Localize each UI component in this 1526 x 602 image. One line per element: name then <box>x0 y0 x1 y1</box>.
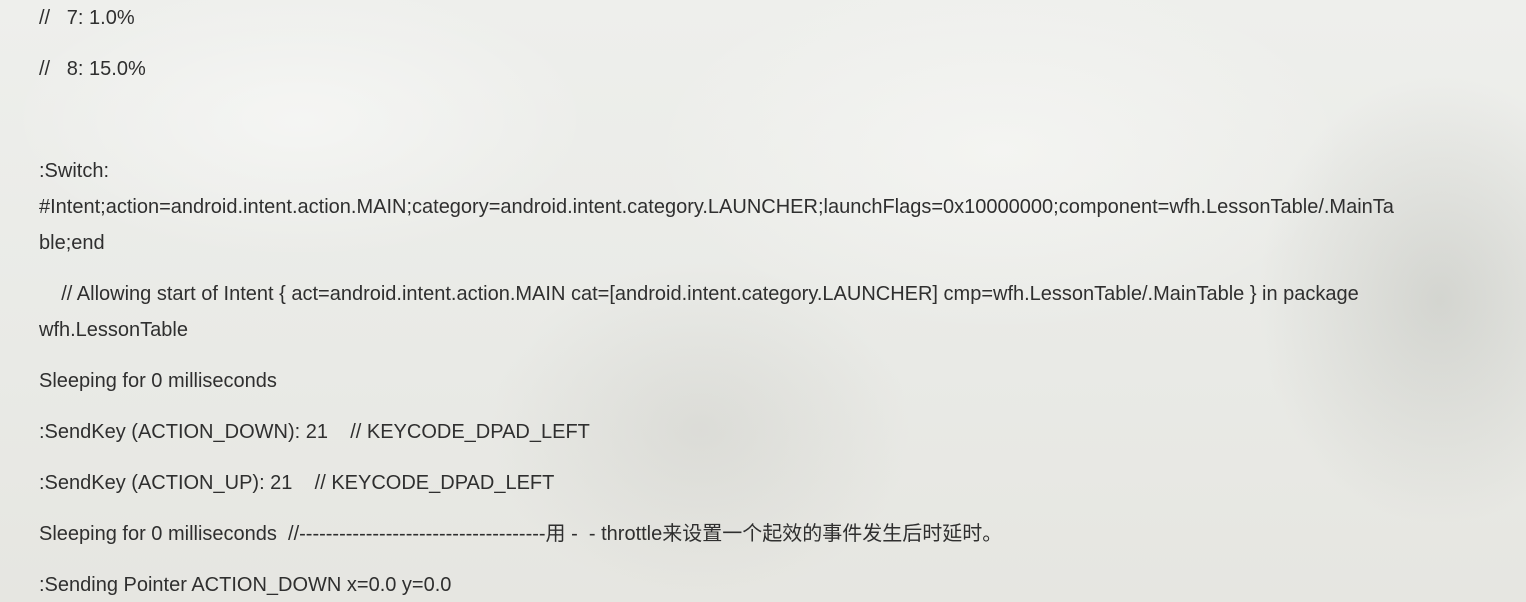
text-line: wfh.LessonTable <box>39 319 188 341</box>
text-line: :Sending Pointer ACTION_DOWN x=0.0 y=0.0 <box>39 574 452 596</box>
text-line: :SendKey (ACTION_DOWN): 21 // KEYCODE_DP… <box>39 421 590 443</box>
text-line: // 8: 15.0% <box>39 58 146 80</box>
text-line: // Allowing start of Intent { act=androi… <box>39 283 1359 305</box>
text-line: #Intent;action=android.intent.action.MAI… <box>39 196 1394 218</box>
text-line: :SendKey (ACTION_UP): 21 // KEYCODE_DPAD… <box>39 472 555 494</box>
text-line: ble;end <box>39 232 105 254</box>
text-line: :Switch: <box>39 160 110 182</box>
text-line: Sleeping for 0 milliseconds //----------… <box>39 523 1003 545</box>
text-line: // 7: 1.0% <box>39 7 135 29</box>
text-line: Sleeping for 0 milliseconds <box>39 370 277 392</box>
